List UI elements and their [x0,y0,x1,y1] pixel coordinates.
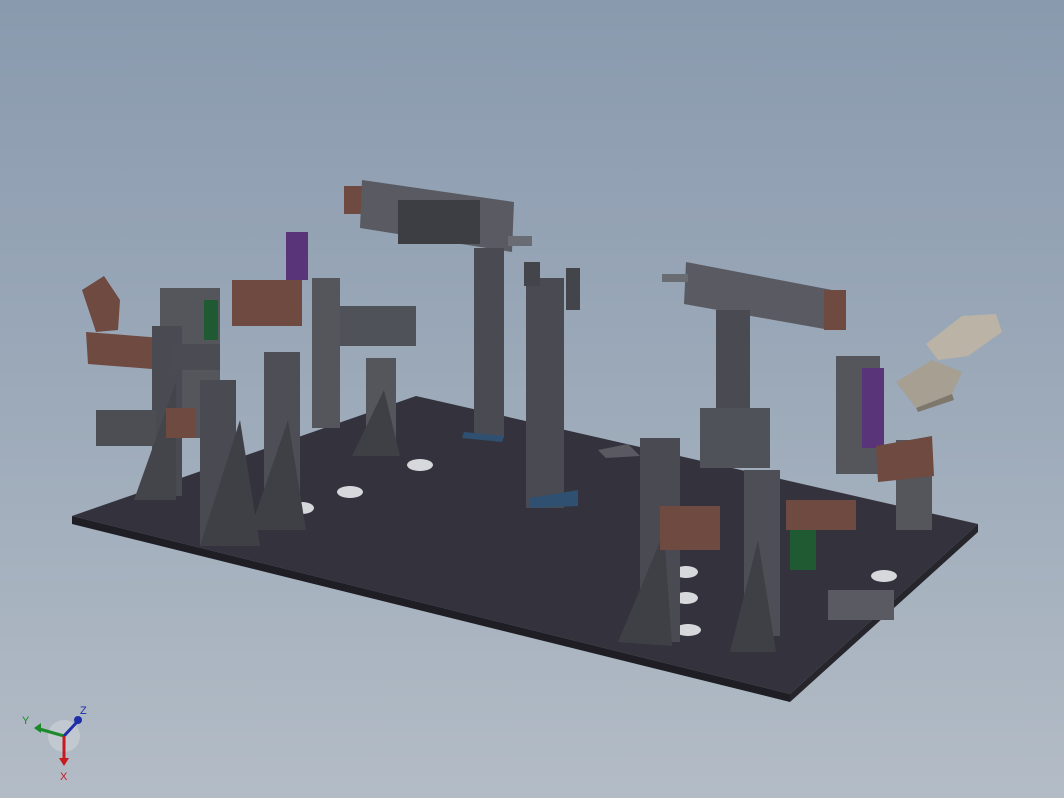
right-clamp-assembly[interactable] [618,262,934,652]
cad-model-3d-view[interactable] [0,0,1064,798]
x-axis-label: X [60,771,68,783]
y-axis-label: Y [22,715,30,727]
view-orientation-triad-icon[interactable]: Y Z X [14,700,98,786]
z-axis-label: Z [80,705,87,717]
graphics-viewport[interactable]: Y Z X [0,0,1064,798]
loose-workpiece-part[interactable] [896,314,1002,412]
